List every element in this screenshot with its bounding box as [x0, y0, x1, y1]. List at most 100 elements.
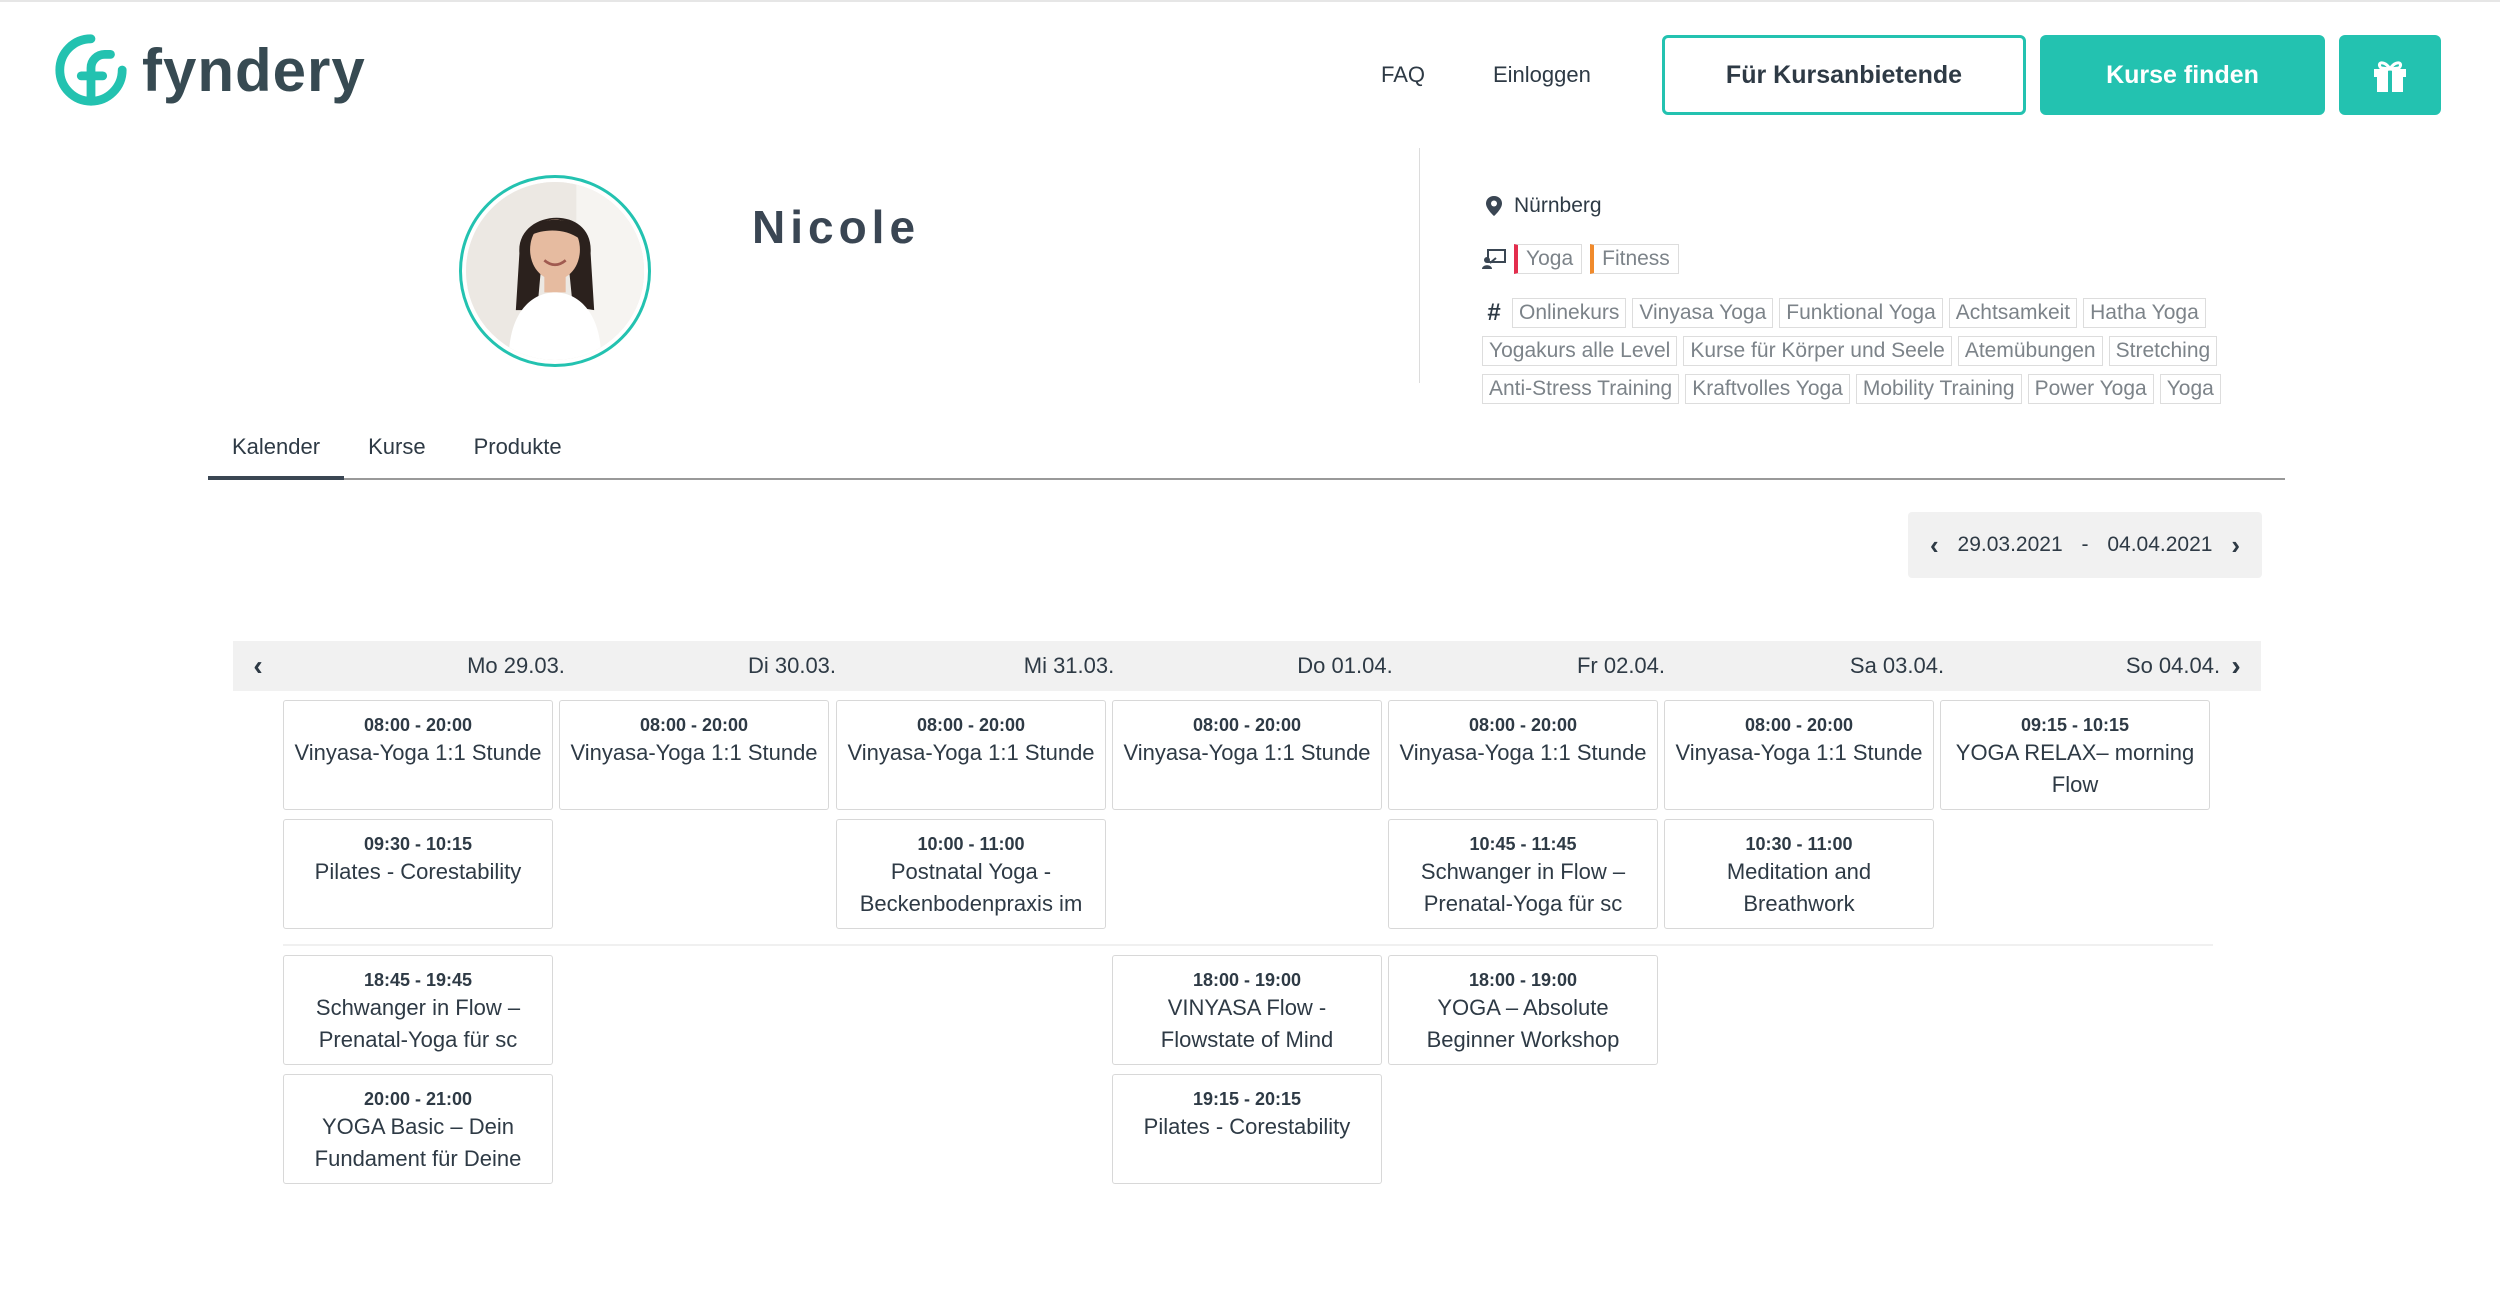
- tag[interactable]: Kurse für Körper und Seele: [1683, 336, 1952, 366]
- calendar-event-card[interactable]: 18:00 - 19:00 YOGA – Absolute Beginner Wo…: [1388, 955, 1658, 1065]
- calendar-event-card[interactable]: 08:00 - 20:00 Vinyasa-Yoga 1:1 Stunde: [1388, 700, 1658, 810]
- event-title: YOGA Basic – Dein Fundament für Deine: [314, 1114, 522, 1171]
- event-time: 08:00 - 20:00: [639, 715, 749, 735]
- event-time: 18:00 - 19:00: [1192, 970, 1302, 990]
- event-time: 19:15 - 20:15: [1192, 1089, 1302, 1109]
- event-time: 08:00 - 20:00: [363, 715, 473, 735]
- tag[interactable]: Anti-Stress Training: [1482, 374, 1680, 404]
- tab-kalender[interactable]: Kalender: [208, 430, 345, 480]
- event-time: 09:15 - 10:15: [2020, 715, 2130, 735]
- calendar-event-card[interactable]: 10:30 - 11:00 Meditation and Breathwork: [1664, 819, 1934, 929]
- avatar: [459, 175, 651, 367]
- tag[interactable]: Onlinekurs: [1512, 298, 1627, 328]
- event-title: Pilates - Corestability: [1143, 1114, 1351, 1139]
- event-title: Vinyasa-Yoga 1:1 Stunde: [570, 740, 818, 765]
- tag[interactable]: Power Yoga: [2027, 374, 2154, 404]
- tag[interactable]: Achtsamkeit: [1948, 298, 2078, 328]
- event-title: Vinyasa-Yoga 1:1 Stunde: [847, 740, 1095, 765]
- find-courses-button[interactable]: Kurse finden: [2040, 35, 2325, 115]
- tag[interactable]: Stretching: [2108, 336, 2218, 366]
- tab-produkte[interactable]: Produkte: [450, 430, 586, 480]
- date-range-picker: ‹ 29.03.2021 - 04.04.2021 ›: [1908, 512, 2262, 578]
- tag[interactable]: Yoga: [2159, 374, 2221, 404]
- event-title: YOGA – Absolute Beginner Workshop: [1426, 995, 1620, 1052]
- day-label-sa: Sa 03.04.: [1849, 653, 1945, 678]
- event-title: Schwanger in Flow – Prenatal-Yoga für sc: [1420, 859, 1626, 916]
- calendar-event-card[interactable]: 18:45 - 19:45 Schwanger in Flow – Prenata…: [283, 955, 553, 1065]
- logo-text: fyndery: [142, 36, 366, 104]
- calendar-event-card[interactable]: 08:00 - 20:00 Vinyasa-Yoga 1:1 Stunde: [1664, 700, 1934, 810]
- event-time: 20:00 - 21:00: [363, 1089, 473, 1109]
- event-title: VINYASA Flow - Flowstate of Mind: [1160, 995, 1334, 1052]
- logo[interactable]: fyndery: [52, 30, 366, 110]
- event-title: Vinyasa-Yoga 1:1 Stunde: [294, 740, 542, 765]
- hash-icon: #: [1487, 299, 1501, 326]
- calendar-event-card[interactable]: 09:30 - 10:15 Pilates - Corestability: [283, 819, 553, 929]
- provider-button[interactable]: Für Kursanbietende: [1662, 35, 2026, 115]
- calendar-next-icon[interactable]: ›: [2211, 641, 2261, 691]
- event-time: 18:00 - 19:00: [1468, 970, 1578, 990]
- calendar-event-card[interactable]: 18:00 - 19:00 VINYASA Flow - Flowstate of…: [1112, 955, 1382, 1065]
- date-range-separator: -: [2081, 533, 2089, 556]
- profile-name: Nicole: [752, 201, 921, 253]
- date-range-start: 29.03.2021: [1957, 533, 2063, 556]
- event-title: Schwanger in Flow – Prenatal-Yoga für sc: [315, 995, 521, 1052]
- event-time: 09:30 - 10:15: [363, 834, 473, 854]
- tag[interactable]: Funktional Yoga: [1779, 298, 1943, 328]
- calendar-header: ‹ Mo 29.03. Di 30.03. Mi 31.03. Do 01.04…: [233, 641, 2261, 691]
- calendar-event-card[interactable]: 19:15 - 20:15 Pilates - Corestability: [1112, 1074, 1382, 1184]
- event-time: 08:00 - 20:00: [1468, 715, 1578, 735]
- event-title: YOGA RELAX– morning Flow: [1955, 740, 2195, 797]
- day-label-mi: Mi 31.03.: [1023, 653, 1115, 678]
- location-text: Nürnberg: [1514, 194, 1602, 217]
- logo-icon: [55, 34, 127, 106]
- location-row: Nürnberg: [1482, 194, 1602, 218]
- event-time: 08:00 - 20:00: [916, 715, 1026, 735]
- calendar-divider: [283, 944, 2213, 946]
- tag[interactable]: Kraftvolles Yoga: [1685, 374, 1850, 404]
- date-range-end: 04.04.2021: [2107, 533, 2213, 556]
- day-label-fr: Fr 02.04.: [1576, 653, 1666, 678]
- avatar-photo: [466, 182, 644, 360]
- top-border: [0, 0, 2500, 2]
- event-title: Meditation and Breathwork: [1726, 859, 1872, 916]
- map-pin-icon: [1482, 194, 1506, 218]
- event-time: 08:00 - 20:00: [1192, 715, 1302, 735]
- calendar-event-card[interactable]: 09:15 - 10:15 YOGA RELAX– morning Flow: [1940, 700, 2210, 810]
- tab-kurse[interactable]: Kurse: [344, 430, 449, 480]
- event-title: Postnatal Yoga - Beckenbodenpraxis im: [859, 859, 1083, 916]
- event-title: Pilates - Corestability: [314, 859, 522, 884]
- tag[interactable]: Vinyasa Yoga: [1632, 298, 1774, 328]
- gift-button[interactable]: [2339, 35, 2441, 115]
- day-label-do: Do 01.04.: [1297, 653, 1393, 678]
- tag[interactable]: Hatha Yoga: [2083, 298, 2206, 328]
- calendar-event-card[interactable]: 08:00 - 20:00 Vinyasa-Yoga 1:1 Stunde: [559, 700, 829, 810]
- tag[interactable]: Atemübungen: [1957, 336, 2103, 366]
- profile-tabs: Kalender Kurse Produkte: [208, 430, 2285, 480]
- calendar-event-card[interactable]: 08:00 - 20:00 Vinyasa-Yoga 1:1 Stunde: [836, 700, 1106, 810]
- profile-divider: [1419, 148, 1420, 383]
- event-title: Vinyasa-Yoga 1:1 Stunde: [1675, 740, 1923, 765]
- tag[interactable]: Yogakurs alle Level: [1482, 336, 1678, 366]
- event-time: 10:45 - 11:45: [1469, 834, 1577, 854]
- nav-login-link[interactable]: Einloggen: [1493, 62, 1591, 88]
- event-time: 10:00 - 11:00: [917, 834, 1025, 854]
- calendar-event-card[interactable]: 10:45 - 11:45 Schwanger in Flow – Prenata…: [1388, 819, 1658, 929]
- calendar-event-card[interactable]: 10:00 - 11:00 Postnatal Yoga - Beckenbode…: [836, 819, 1106, 929]
- event-title: Vinyasa-Yoga 1:1 Stunde: [1399, 740, 1647, 765]
- calendar-prev-icon[interactable]: ‹: [233, 641, 283, 691]
- day-label-di: Di 30.03.: [747, 653, 837, 678]
- calendar-event-card[interactable]: 08:00 - 20:00 Vinyasa-Yoga 1:1 Stunde: [283, 700, 553, 810]
- day-label-so: So 04.04.: [2125, 653, 2221, 678]
- calendar-event-card[interactable]: 08:00 - 20:00 Vinyasa-Yoga 1:1 Stunde: [1112, 700, 1382, 810]
- chevron-left-icon[interactable]: ‹: [1930, 530, 1939, 561]
- chevron-right-icon[interactable]: ›: [2231, 530, 2240, 561]
- nav-faq-link[interactable]: FAQ: [1381, 62, 1425, 88]
- event-title: Vinyasa-Yoga 1:1 Stunde: [1123, 740, 1371, 765]
- category-tag-yoga[interactable]: Yoga: [1514, 244, 1583, 274]
- calendar-event-card[interactable]: 20:00 - 21:00 YOGA Basic – Dein Fundament…: [283, 1074, 553, 1184]
- tag-list: # Onlinekurs Vinyasa Yoga Funktional Yog…: [1482, 298, 2262, 412]
- category-tag-fitness[interactable]: Fitness: [1590, 244, 1679, 274]
- tag[interactable]: Mobility Training: [1855, 374, 2022, 404]
- category-row: Yoga Fitness: [1482, 244, 1679, 274]
